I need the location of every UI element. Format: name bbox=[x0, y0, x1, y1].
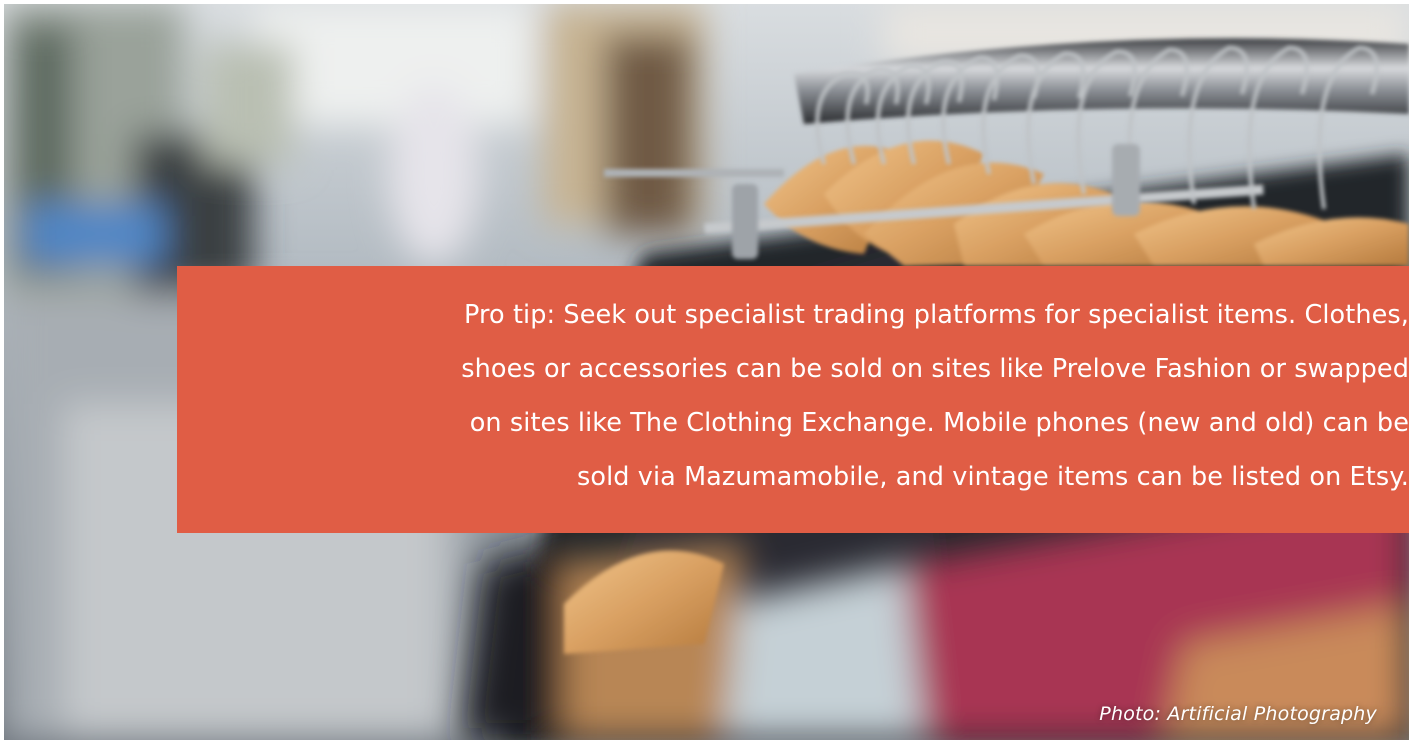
pro-tip-box: Pro tip: Seek out specialist trading pla… bbox=[177, 266, 1409, 533]
pro-tip-line-1: Pro tip: Seek out specialist trading pla… bbox=[463, 300, 1409, 330]
pro-tip-line-4: sold via Mazumamobile, and vintage items… bbox=[577, 462, 1409, 492]
pro-tip-line-2: shoes or accessories can be sold on site… bbox=[461, 354, 1409, 384]
pro-tip-line-3: on sites like The Clothing Exchange. Mob… bbox=[469, 408, 1409, 438]
photo-frame: Pro tip: Seek out specialist trading pla… bbox=[4, 4, 1409, 740]
photo-credit: Photo: Artificial Photography bbox=[1099, 703, 1377, 725]
pro-tip-text: Pro tip: Seek out specialist trading pla… bbox=[177, 288, 1409, 504]
